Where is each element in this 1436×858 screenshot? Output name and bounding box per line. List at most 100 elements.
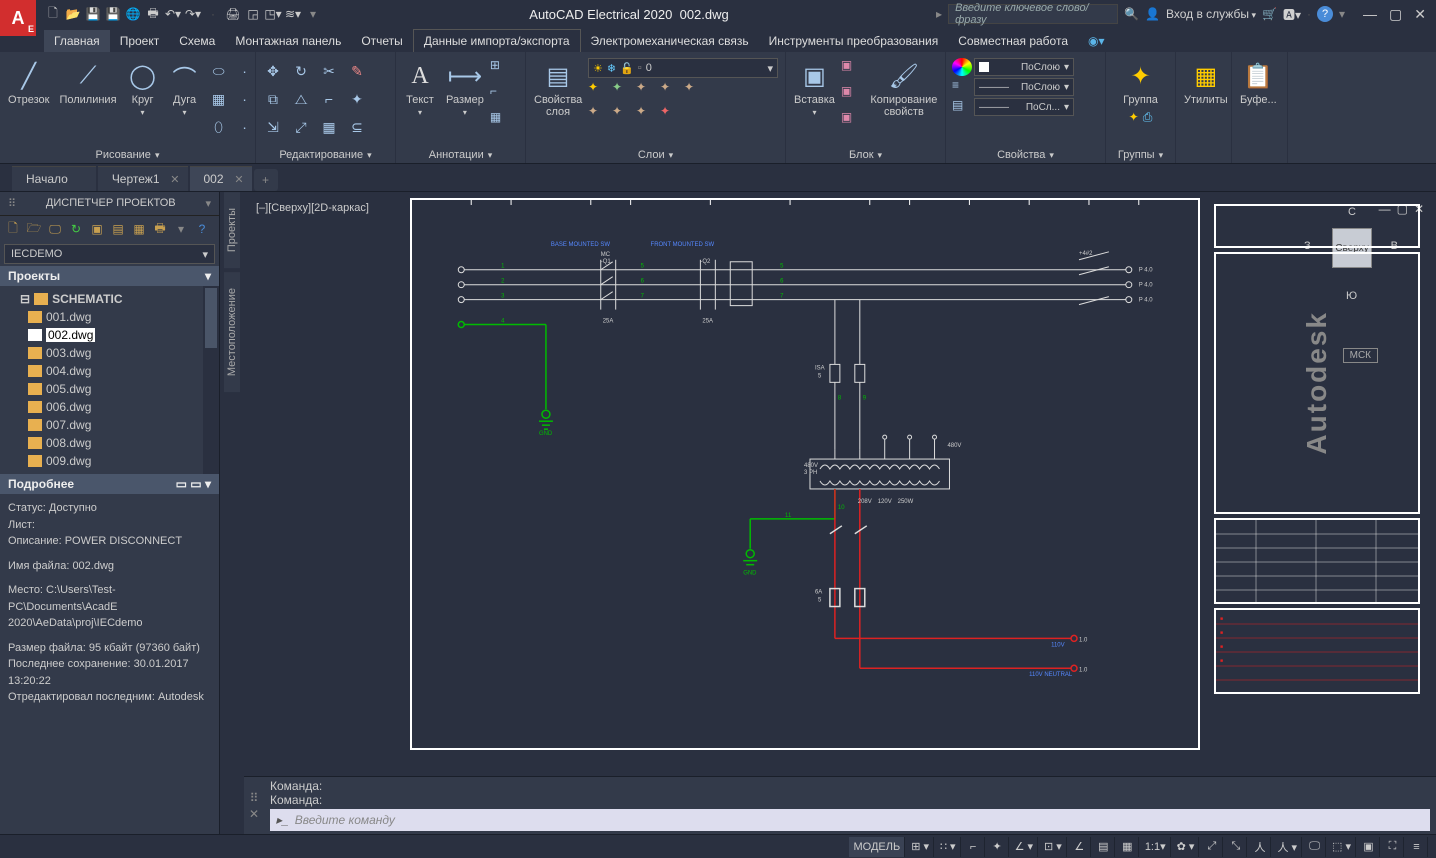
- status-monitor-icon[interactable]: 🖵: [1304, 837, 1326, 857]
- draw-mini-2[interactable]: ·: [233, 58, 257, 84]
- scale-icon[interactable]: ⤢: [288, 114, 314, 140]
- annot-mini-3[interactable]: ▦: [490, 110, 512, 132]
- drawing-viewport[interactable]: [–][Сверху][2D-каркас] — ▢ ✕ Сверху С Ю …: [250, 198, 1430, 770]
- move-icon[interactable]: ✥: [260, 58, 286, 84]
- array-icon[interactable]: ▦: [316, 114, 342, 140]
- lweight-icon[interactable]: ≡: [952, 78, 972, 96]
- cart-icon[interactable]: 🛒: [1262, 7, 1277, 21]
- status-track-icon[interactable]: ⊡ ▾: [1040, 837, 1067, 857]
- panel-layers-label[interactable]: Слои: [528, 147, 783, 163]
- status-custom-icon[interactable]: ≡: [1406, 837, 1428, 857]
- viewport-label[interactable]: [–][Сверху][2D-каркас]: [256, 202, 369, 214]
- minimize-button[interactable]: —: [1363, 6, 1377, 23]
- cmd-grip-icon[interactable]: ⠿: [250, 791, 259, 805]
- group-mini-1[interactable]: ✦: [1129, 110, 1139, 125]
- model-button[interactable]: МОДЕЛЬ: [849, 837, 905, 857]
- panel-block-label[interactable]: Блок: [788, 147, 943, 163]
- tree-file[interactable]: 009.dwg: [0, 452, 219, 470]
- status-polar-icon[interactable]: ✦: [987, 837, 1009, 857]
- copy-icon[interactable]: ⧉: [260, 86, 286, 112]
- command-input[interactable]: ▸_Введите команду: [270, 809, 1430, 831]
- sidetab-location[interactable]: Местоположение: [224, 272, 240, 392]
- layer-btn-1[interactable]: ✦: [588, 80, 610, 102]
- status-cycle-icon[interactable]: ▦: [1117, 837, 1139, 857]
- mirror-icon[interactable]: ⧍: [288, 86, 314, 112]
- qat-prev-icon[interactable]: ◲: [244, 5, 262, 23]
- line-button[interactable]: ╱Отрезок: [4, 58, 53, 108]
- status-gear-icon[interactable]: ✿ ▾: [1173, 837, 1200, 857]
- tree-file[interactable]: 004.dwg: [0, 362, 219, 380]
- pm-tool-1[interactable]: 🗋: [4, 220, 22, 238]
- tab-reports[interactable]: Отчеты: [351, 30, 412, 52]
- tab-project[interactable]: Проект: [110, 30, 170, 52]
- dim-button[interactable]: ⟼Размер▾: [442, 58, 488, 119]
- draw-mini-5[interactable]: ⬯: [207, 114, 231, 140]
- qat-plot-icon[interactable]: 🖶: [144, 5, 162, 23]
- tab-options-icon[interactable]: ◉▾: [1078, 30, 1115, 52]
- add-tab-button[interactable]: +: [254, 169, 278, 191]
- arc-button[interactable]: ⌒Дуга▾: [165, 58, 205, 119]
- draw-mini-4[interactable]: ·: [233, 86, 257, 112]
- ltype-icon[interactable]: ▤: [952, 98, 972, 116]
- tree-file[interactable]: 001.dwg: [0, 308, 219, 326]
- app-icon[interactable]: A: [0, 0, 36, 36]
- qat-web-icon[interactable]: 🌐: [124, 5, 142, 23]
- draw-mini-3[interactable]: ▦: [207, 86, 231, 112]
- status-iso-icon[interactable]: ▣: [1358, 837, 1380, 857]
- tree-file[interactable]: 008.dwg: [0, 434, 219, 452]
- status-osnap-icon[interactable]: ∠ ▾: [1011, 837, 1038, 857]
- qat-saveas-icon[interactable]: 💾: [104, 5, 122, 23]
- tree-scrollbar[interactable]: [203, 286, 219, 474]
- tree-file[interactable]: 003.dwg: [0, 344, 219, 362]
- sidetab-projects[interactable]: Проекты: [224, 192, 240, 268]
- rotate-icon[interactable]: ↻: [288, 58, 314, 84]
- polyline-button[interactable]: ⟋Полилиния: [55, 58, 120, 108]
- offset-icon[interactable]: ⊆: [344, 114, 370, 140]
- status-hw-icon[interactable]: ⬚ ▾: [1328, 837, 1356, 857]
- project-selector[interactable]: IECDEMO▾: [4, 244, 215, 264]
- app-exchange-icon[interactable]: 🅰▾: [1283, 6, 1301, 23]
- tree-file[interactable]: 005.dwg: [0, 380, 219, 398]
- annot-mini-1[interactable]: ⊞: [490, 58, 512, 80]
- qat-redo-icon[interactable]: ↷▾: [184, 5, 202, 23]
- status-scale[interactable]: 1:1 ▾: [1141, 837, 1171, 857]
- text-button[interactable]: AТекст▾: [400, 58, 440, 119]
- group-mini-2[interactable]: ⎙: [1143, 110, 1153, 125]
- block-mini-2[interactable]: ▣: [841, 84, 863, 106]
- doctab-002[interactable]: 002✕: [190, 166, 252, 191]
- erase-icon[interactable]: ✎: [344, 58, 370, 84]
- color-icon[interactable]: [952, 58, 972, 76]
- stretch-icon[interactable]: ⇲: [260, 114, 286, 140]
- group-button[interactable]: ✦Группа: [1119, 58, 1162, 108]
- user-icon[interactable]: 👤: [1145, 7, 1160, 21]
- status-clean-icon[interactable]: ⛶: [1382, 837, 1404, 857]
- trim-icon[interactable]: ✂: [316, 58, 342, 84]
- status-lweight-icon[interactable]: ∠: [1069, 837, 1091, 857]
- qat-undo-icon[interactable]: ↶▾: [164, 5, 182, 23]
- pm-tool-refresh-icon[interactable]: ↻: [67, 220, 85, 238]
- pm-section-dropdown[interactable]: ▾: [205, 269, 211, 283]
- status-transp-icon[interactable]: ▤: [1093, 837, 1115, 857]
- status-grid-icon[interactable]: ⊞ ▾: [907, 837, 934, 857]
- panel-annot-label[interactable]: Аннотации: [398, 147, 523, 163]
- utils-button[interactable]: ▦Утилиты: [1180, 58, 1232, 108]
- close-icon[interactable]: ✕: [234, 173, 243, 186]
- status-snap-icon[interactable]: ∷ ▾: [936, 837, 961, 857]
- panel-draw-label[interactable]: Рисование: [2, 147, 253, 163]
- details-btn-1[interactable]: ▭: [176, 477, 187, 491]
- draw-mini-1[interactable]: ⬭: [207, 58, 231, 84]
- maximize-button[interactable]: ▢: [1389, 6, 1402, 23]
- layer-btn-2[interactable]: ✦: [612, 80, 634, 102]
- close-icon[interactable]: ✕: [170, 173, 179, 186]
- tree-folder-schematic[interactable]: ⊟SCHEMATIC: [0, 290, 219, 308]
- search-recent-icon[interactable]: ▸: [936, 7, 942, 21]
- pm-tool-9[interactable]: ▾: [172, 220, 190, 238]
- tab-home[interactable]: Главная: [44, 30, 110, 52]
- lweight-selector[interactable]: ———ПоСлою ▾: [974, 78, 1074, 96]
- doctab-start[interactable]: Начало: [12, 166, 96, 191]
- panel-props-label[interactable]: Свойства: [948, 147, 1103, 163]
- panel-edit-label[interactable]: Редактирование: [258, 147, 393, 163]
- pm-tool-help-icon[interactable]: ?: [193, 220, 211, 238]
- block-mini-1[interactable]: ▣: [841, 58, 863, 80]
- layer-btn-3[interactable]: ✦: [636, 80, 658, 102]
